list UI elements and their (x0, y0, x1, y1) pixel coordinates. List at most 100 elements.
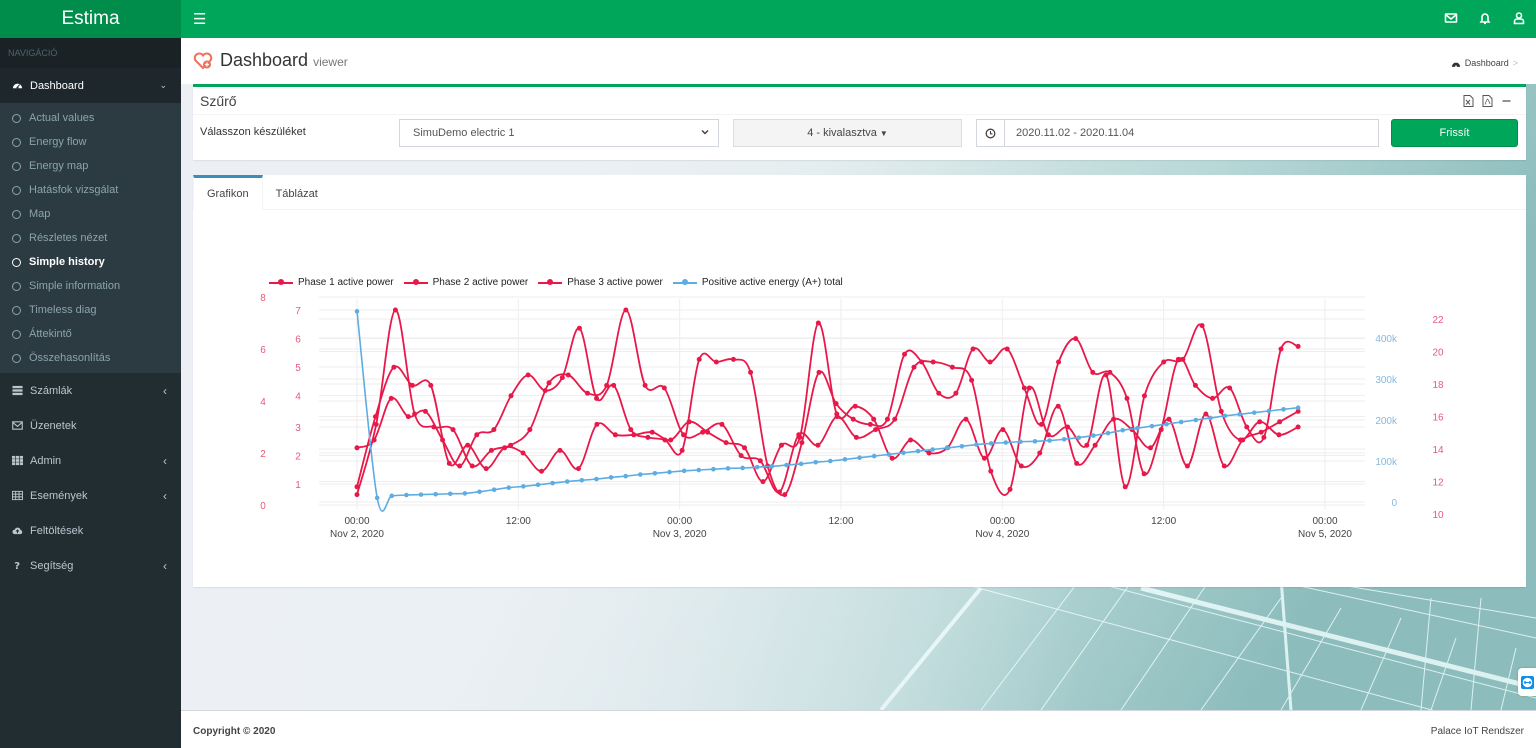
data-point-series-2[interactable] (668, 437, 674, 443)
data-point-series-3[interactable] (422, 408, 428, 414)
data-point-series-4[interactable] (915, 448, 921, 454)
data-point-series-2[interactable] (483, 466, 489, 472)
data-point-series-2[interactable] (834, 411, 840, 417)
data-point-series-1[interactable] (1199, 323, 1205, 329)
envelope-icon[interactable] (1444, 11, 1458, 28)
data-point-series-4[interactable] (828, 458, 833, 464)
data-point-series-4[interactable] (1091, 433, 1096, 438)
sidebar-subitem-map[interactable]: Map (0, 202, 181, 226)
data-point-series-2[interactable] (1074, 460, 1080, 466)
excel-export-icon[interactable] (1463, 95, 1474, 107)
data-point-series-4[interactable] (711, 466, 716, 472)
data-point-series-4[interactable] (769, 464, 775, 469)
data-point-series-4[interactable] (1003, 440, 1009, 445)
data-point-series-2[interactable] (1111, 416, 1117, 422)
data-point-series-1[interactable] (661, 385, 667, 391)
data-point-series-1[interactable] (738, 453, 744, 459)
data-point-series-3[interactable] (1158, 427, 1164, 433)
data-point-series-3[interactable] (1021, 385, 1027, 391)
data-point-series-3[interactable] (867, 421, 873, 427)
data-point-series-1[interactable] (450, 427, 456, 433)
data-point-series-1[interactable] (488, 447, 494, 453)
data-point-series-1[interactable] (930, 359, 936, 365)
data-point-series-1[interactable] (853, 434, 859, 440)
data-point-series-4[interactable] (608, 475, 614, 480)
user-icon[interactable] (1512, 11, 1526, 28)
data-point-series-4[interactable] (477, 489, 482, 495)
data-point-series-2[interactable] (1055, 403, 1061, 409)
data-point-series-3[interactable] (440, 437, 446, 443)
data-point-series-4[interactable] (1266, 408, 1272, 414)
data-point-series-3[interactable] (679, 447, 685, 453)
data-point-series-1[interactable] (969, 377, 975, 383)
sidebar-item-feltoltesek[interactable]: Feltöltések (0, 513, 181, 548)
data-point-series-1[interactable] (584, 390, 590, 396)
data-point-series-4[interactable] (1135, 425, 1140, 431)
data-point-series-1[interactable] (1257, 419, 1263, 425)
data-point-series-4[interactable] (462, 491, 468, 496)
data-point-series-4[interactable] (1105, 430, 1111, 436)
data-point-series-4[interactable] (418, 492, 424, 497)
data-point-series-2[interactable] (926, 450, 932, 456)
data-point-series-2[interactable] (446, 460, 452, 466)
data-point-series-3[interactable] (987, 359, 993, 365)
data-point-series-2[interactable] (1240, 437, 1246, 443)
data-point-series-3[interactable] (1056, 359, 1062, 365)
data-point-series-3[interactable] (1295, 343, 1301, 349)
data-point-series-4[interactable] (901, 450, 906, 456)
data-point-series-4[interactable] (1281, 407, 1286, 412)
data-point-series-1[interactable] (642, 382, 648, 388)
data-point-series-4[interactable] (404, 492, 409, 498)
data-point-series-3[interactable] (662, 437, 668, 443)
data-point-series-3[interactable] (1004, 346, 1010, 352)
data-point-series-2[interactable] (649, 429, 655, 435)
data-point-series-4[interactable] (1178, 419, 1184, 425)
data-point-series-1[interactable] (1122, 484, 1128, 490)
data-point-series-1[interactable] (719, 421, 725, 427)
data-point-series-2[interactable] (852, 403, 858, 409)
data-point-series-1[interactable] (1007, 486, 1013, 492)
data-point-series-1[interactable] (546, 380, 552, 386)
data-point-series-4[interactable] (1149, 423, 1155, 429)
date-range-picker[interactable]: 2020.11.02 - 2020.11.04 (976, 119, 1379, 147)
breadcrumb-item-dashboard[interactable]: Dashboard (1465, 58, 1509, 68)
sidebar-subitem-energy-flow[interactable]: Energy flow (0, 130, 181, 154)
data-point-series-2[interactable] (557, 447, 563, 453)
data-point-series-4[interactable] (447, 491, 453, 497)
data-point-series-4[interactable] (667, 469, 672, 475)
data-point-series-4[interactable] (681, 468, 687, 474)
data-point-series-4[interactable] (988, 441, 994, 446)
data-point-series-1[interactable] (757, 458, 763, 464)
data-point-series-4[interactable] (594, 476, 599, 482)
refresh-button[interactable]: Frissít (1391, 119, 1518, 147)
data-point-series-3[interactable] (1090, 369, 1096, 375)
data-point-series-3[interactable] (816, 369, 822, 375)
data-point-series-1[interactable] (392, 307, 398, 313)
data-point-series-3[interactable] (1192, 382, 1198, 388)
data-point-series-3[interactable] (936, 390, 942, 396)
data-point-series-2[interactable] (520, 450, 526, 456)
data-point-series-4[interactable] (623, 473, 628, 479)
data-point-series-2[interactable] (372, 414, 378, 420)
data-point-series-2[interactable] (760, 479, 766, 485)
data-point-series-1[interactable] (1218, 408, 1224, 414)
sidebar-subitem--sszehasonl-t-s[interactable]: Összehasonlítás (0, 346, 181, 370)
data-point-series-4[interactable] (637, 472, 643, 477)
data-point-series-1[interactable] (1295, 424, 1301, 430)
data-point-series-3[interactable] (1210, 395, 1216, 401)
pdf-export-icon[interactable] (1482, 95, 1493, 107)
data-point-series-2[interactable] (723, 440, 729, 446)
data-point-series-4[interactable] (652, 471, 658, 476)
data-point-series-3[interactable] (970, 346, 976, 352)
data-point-series-4[interactable] (374, 495, 380, 501)
data-point-series-3[interactable] (902, 351, 908, 357)
data-point-series-3[interactable] (1244, 424, 1250, 430)
data-point-series-2[interactable] (1184, 463, 1190, 469)
sidebar-subitem-r-szletes-n-zet[interactable]: Részletes nézet (0, 226, 181, 250)
data-point-series-2[interactable] (575, 466, 581, 472)
data-point-series-3[interactable] (525, 372, 531, 378)
data-point-series-3[interactable] (799, 440, 805, 446)
data-point-series-2[interactable] (1037, 450, 1043, 456)
data-point-series-2[interactable] (1147, 445, 1153, 451)
sidebar-item-admin[interactable]: Admin ‹ (0, 443, 181, 478)
